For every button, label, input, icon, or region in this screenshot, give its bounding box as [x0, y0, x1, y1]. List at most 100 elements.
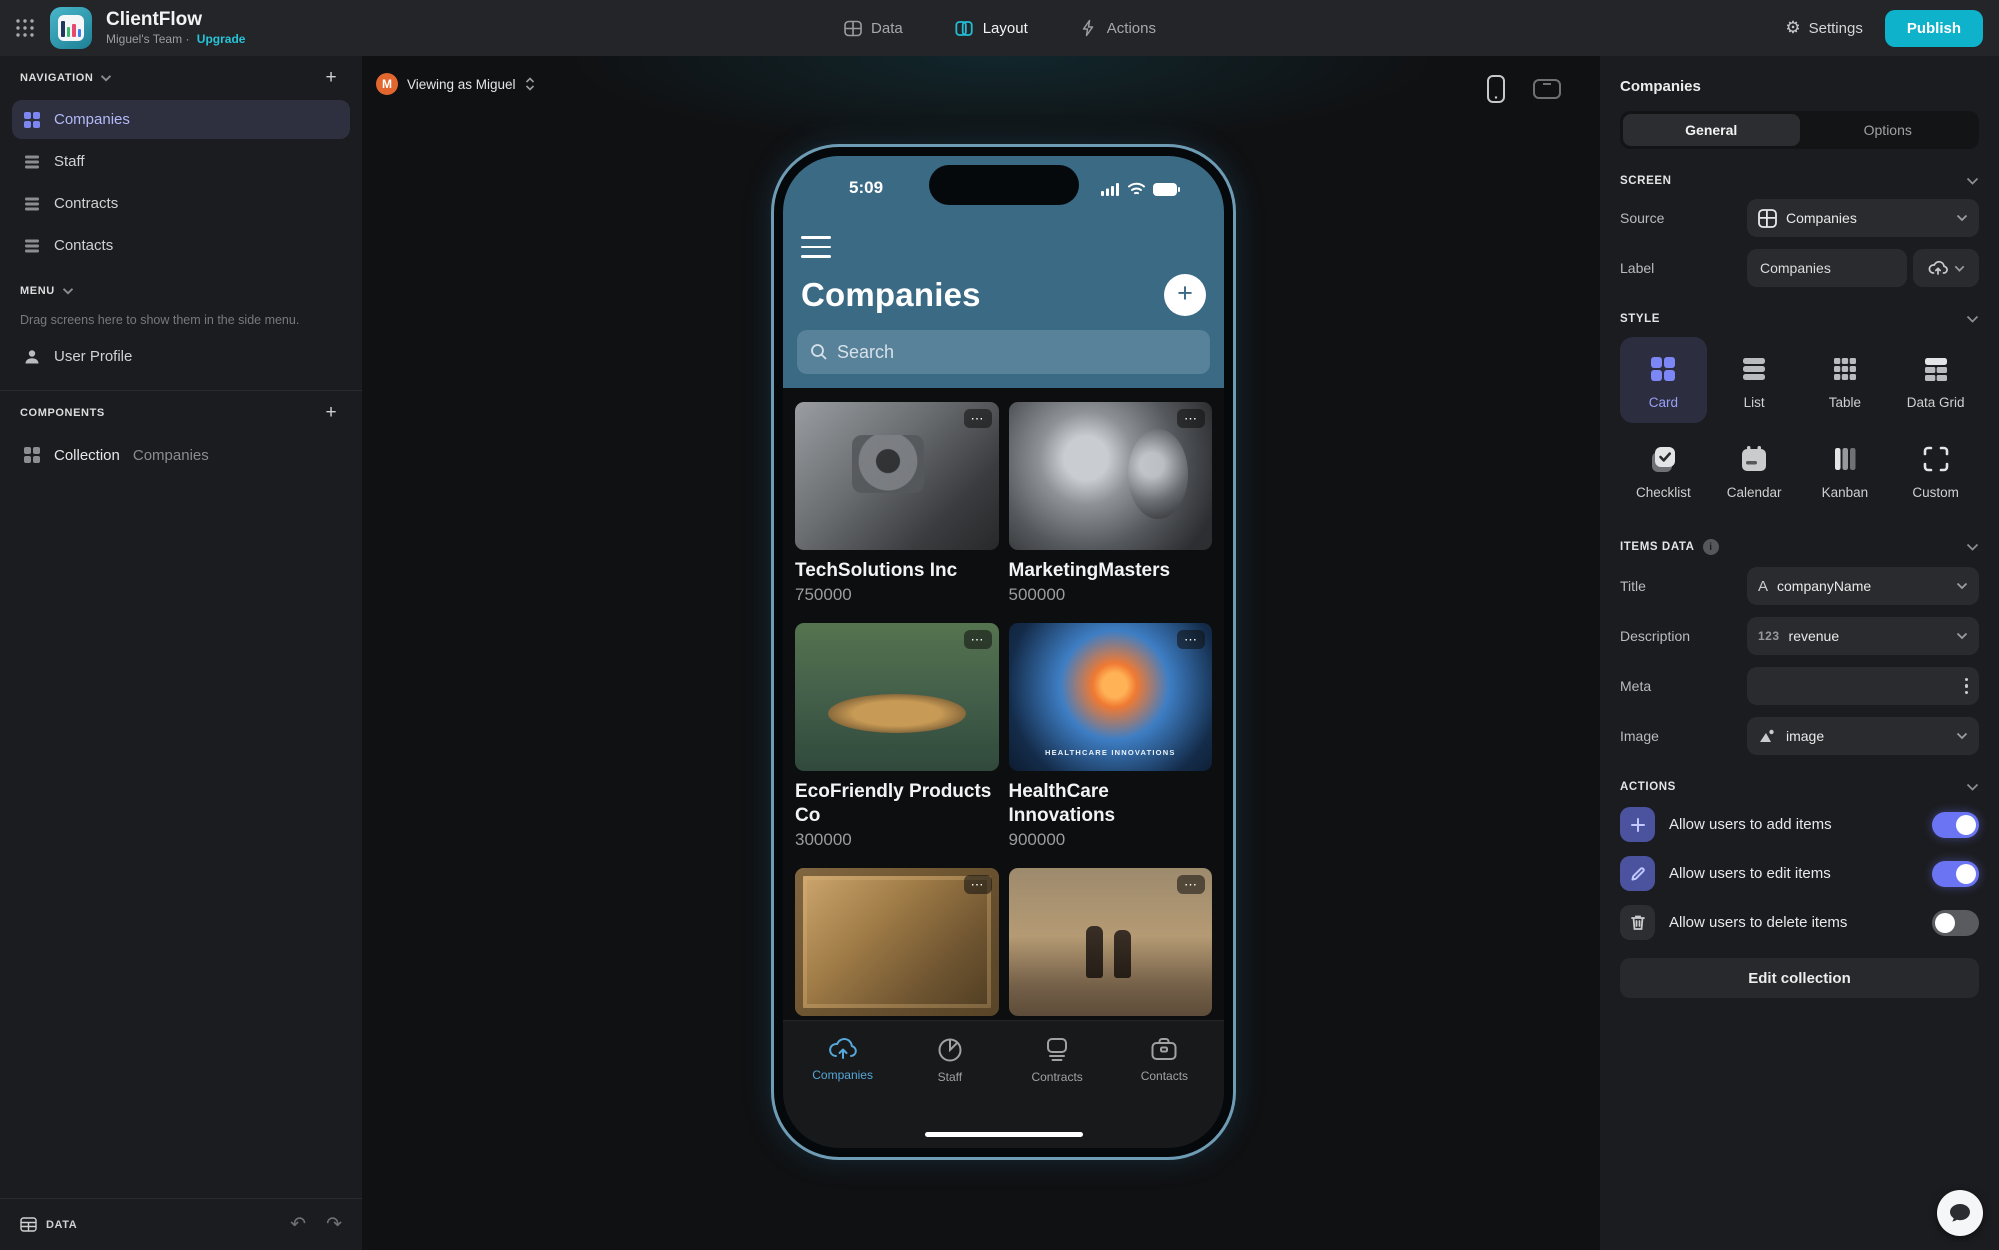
card-image-tech-device[interactable]: ⋯	[795, 402, 999, 550]
apps-grid-icon[interactable]	[14, 17, 36, 39]
viewing-as-selector[interactable]: M Viewing as Miguel	[376, 73, 535, 95]
sidebar-item-label: Contacts	[54, 237, 113, 254]
source-dropdown[interactable]: Companies	[1747, 199, 1979, 237]
chevron-down-icon[interactable]	[1966, 315, 1979, 323]
allow-add-toggle[interactable]	[1932, 812, 1979, 838]
chevron-down-icon[interactable]	[1966, 543, 1979, 551]
style-option-data-grid[interactable]: Data Grid	[1892, 337, 1979, 423]
style-section-title: STYLE	[1620, 313, 1660, 325]
tab-actions[interactable]: Actions	[1080, 0, 1156, 56]
search-input[interactable]: Search	[797, 330, 1210, 374]
tab-general[interactable]: General	[1623, 114, 1800, 146]
edit-collection-button[interactable]: Edit collection	[1620, 958, 1979, 998]
briefcase-icon	[1150, 1037, 1178, 1062]
card-image-metal-sculpture[interactable]: ⋯	[1009, 402, 1213, 550]
sidebar-item-companies[interactable]: Companies	[12, 100, 350, 139]
add-item-button[interactable]: +	[1164, 274, 1206, 316]
label-binding-dropdown[interactable]	[1913, 249, 1979, 287]
card-image-desert-figures[interactable]: ⋯	[1009, 868, 1213, 1016]
cloud-upload-icon	[828, 1037, 858, 1061]
redo-icon[interactable]: ↷	[326, 1215, 342, 1234]
style-option-checklist[interactable]: Checklist	[1620, 427, 1707, 513]
number-type-icon: 123	[1758, 629, 1780, 643]
allow-edit-toggle[interactable]	[1932, 861, 1979, 887]
company-card[interactable]: ⋯	[795, 868, 999, 1016]
add-component-button[interactable]: +	[320, 402, 342, 424]
description-field-dropdown[interactable]: 123 revenue	[1747, 617, 1979, 655]
hamburger-menu-icon[interactable]	[801, 236, 831, 258]
card-image-bronze-plaque[interactable]: ⋯	[795, 868, 999, 1016]
info-icon[interactable]: i	[1703, 539, 1719, 555]
phone-screen: 5:09 Companies +	[783, 156, 1224, 1148]
tab-contacts[interactable]: Contacts	[1111, 1037, 1218, 1084]
right-settings-panel: Companies General Options SCREEN Source …	[1600, 56, 1999, 1250]
kanban-style-icon	[1829, 443, 1861, 475]
pie-chart-icon	[937, 1037, 963, 1063]
sidebar-item-staff[interactable]: Staff	[12, 142, 350, 181]
chevron-down-icon[interactable]	[1966, 177, 1979, 185]
mobile-preview-icon[interactable]	[1486, 74, 1506, 104]
custom-style-icon	[1920, 443, 1952, 475]
card-image-healthcare-bulb[interactable]: ⋯ HEALTHCARE INNOVATIONS	[1009, 623, 1213, 771]
sidebar-item-user-profile[interactable]: User Profile	[12, 337, 350, 376]
add-screen-button[interactable]: +	[320, 67, 342, 89]
company-card[interactable]: ⋯	[1009, 868, 1213, 1016]
tab-contracts[interactable]: Contracts	[1004, 1037, 1111, 1084]
card-value: 900000	[1009, 830, 1213, 850]
title-field-dropdown[interactable]: A companyName	[1747, 567, 1979, 605]
style-option-custom[interactable]: Custom	[1892, 427, 1979, 513]
kebab-menu-icon[interactable]	[1965, 678, 1969, 695]
tab-companies[interactable]: Companies	[789, 1037, 896, 1084]
app-logo[interactable]	[50, 7, 92, 49]
meta-field-dropdown[interactable]	[1747, 667, 1979, 705]
data-footer-button[interactable]: DATA	[20, 1217, 77, 1232]
chevron-down-icon[interactable]	[62, 287, 74, 295]
image-field-dropdown[interactable]: image	[1747, 717, 1979, 755]
component-collection-companies[interactable]: Collection Companies	[12, 435, 350, 475]
style-option-table[interactable]: Table	[1802, 337, 1889, 423]
table-icon	[20, 1217, 37, 1232]
delete-action-icon	[1620, 905, 1655, 940]
card-menu-icon[interactable]: ⋯	[1177, 630, 1205, 649]
card-menu-icon[interactable]: ⋯	[964, 875, 992, 894]
card-menu-icon[interactable]: ⋯	[1177, 875, 1205, 894]
publish-button[interactable]: Publish	[1885, 10, 1983, 47]
upgrade-link[interactable]: Upgrade	[197, 32, 246, 46]
search-placeholder: Search	[837, 342, 894, 363]
card-menu-icon[interactable]: ⋯	[964, 409, 992, 428]
components-section-title: COMPONENTS	[20, 407, 105, 419]
company-card[interactable]: ⋯ HEALTHCARE INNOVATIONS HealthCare Inno…	[1009, 623, 1213, 850]
undo-icon[interactable]: ↶	[290, 1215, 306, 1234]
sidebar-item-label: Companies	[54, 111, 130, 128]
chevron-down-icon[interactable]	[100, 74, 112, 82]
phone-notch	[929, 165, 1079, 205]
tab-data[interactable]: Data	[843, 0, 903, 56]
desktop-preview-icon[interactable]	[1532, 78, 1562, 100]
sidebar-item-contracts[interactable]: Contracts	[12, 184, 350, 223]
card-image-caption: HEALTHCARE INNOVATIONS	[1009, 748, 1213, 757]
tab-staff[interactable]: Staff	[896, 1037, 1003, 1084]
settings-button[interactable]: ⚙ Settings	[1785, 18, 1862, 38]
phone-frame: 5:09 Companies +	[771, 144, 1236, 1160]
chevron-down-icon[interactable]	[1966, 783, 1979, 791]
tab-layout[interactable]: Layout	[955, 0, 1028, 56]
tab-options[interactable]: Options	[1800, 114, 1977, 146]
style-option-list[interactable]: List	[1711, 337, 1798, 423]
style-option-card[interactable]: Card	[1620, 337, 1707, 423]
calendar-style-icon	[1738, 443, 1770, 475]
company-card[interactable]: ⋯ TechSolutions Inc 750000	[795, 402, 999, 605]
card-menu-icon[interactable]: ⋯	[964, 630, 992, 649]
label-input[interactable]: Companies	[1747, 249, 1907, 287]
style-option-calendar[interactable]: Calendar	[1711, 427, 1798, 513]
card-menu-icon[interactable]: ⋯	[1177, 409, 1205, 428]
image-field-value: image	[1786, 728, 1824, 744]
cellular-signal-icon	[1101, 183, 1120, 196]
style-option-kanban[interactable]: Kanban	[1802, 427, 1889, 513]
source-value: Companies	[1786, 210, 1857, 226]
company-card[interactable]: ⋯ EcoFriendly Products Co 300000	[795, 623, 999, 850]
company-card[interactable]: ⋯ MarketingMasters 500000	[1009, 402, 1213, 605]
allow-delete-toggle[interactable]	[1932, 910, 1979, 936]
sidebar-item-contacts[interactable]: Contacts	[12, 226, 350, 265]
help-chat-button[interactable]	[1937, 1190, 1983, 1236]
card-image-boat[interactable]: ⋯	[795, 623, 999, 771]
